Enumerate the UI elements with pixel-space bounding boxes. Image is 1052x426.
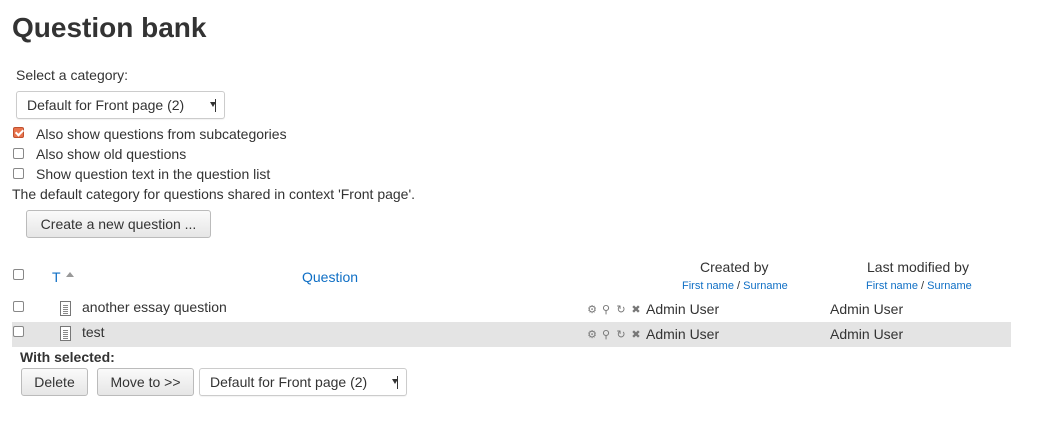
- with-selected-label: With selected:: [20, 349, 115, 365]
- question-text-label: Show question text in the question list: [36, 166, 271, 182]
- category-select-value: Default for Front page (2): [27, 97, 185, 113]
- subcategories-label: Also show questions from subcategories: [36, 126, 287, 142]
- row-checkbox[interactable]: [13, 326, 24, 337]
- delete-button[interactable]: Delete: [21, 368, 88, 396]
- question-text-checkbox[interactable]: [13, 168, 24, 179]
- created-by-value: Admin User: [646, 326, 720, 342]
- modified-by-sort-links: First name / Surname: [866, 280, 972, 292]
- created-by-header: Created by: [700, 259, 769, 275]
- sort-question-link[interactable]: Question: [302, 269, 358, 285]
- modified-by-header: Last modified by: [867, 259, 969, 275]
- created-by-sort-surname[interactable]: Surname: [743, 280, 788, 292]
- created-by-sort-separator: /: [733, 280, 744, 292]
- category-label: Select a category:: [16, 67, 129, 83]
- modified-by-value: Admin User: [830, 326, 904, 342]
- create-question-button[interactable]: Create a new question ...: [26, 210, 211, 238]
- old-questions-checkbox[interactable]: [13, 148, 24, 159]
- sort-type-link[interactable]: T: [52, 269, 61, 285]
- modified-by-value: Admin User: [830, 301, 904, 317]
- preview-icon[interactable]: ⚲: [601, 330, 611, 341]
- chevron-down-icon: [392, 375, 398, 389]
- modified-by-sort-separator: /: [917, 280, 928, 292]
- subcategories-checkbox[interactable]: [13, 127, 24, 138]
- created-by-sort-links: First name / Surname: [682, 280, 788, 292]
- move-to-button[interactable]: Move to >>: [97, 368, 194, 396]
- sort-ascending-icon: [66, 272, 74, 277]
- question-name: another essay question: [82, 299, 227, 315]
- question-name: test: [82, 324, 105, 340]
- row-checkbox[interactable]: [13, 301, 24, 312]
- gear-icon[interactable]: ⚙: [587, 330, 597, 341]
- move-target-select[interactable]: Default for Front page (2): [199, 368, 407, 396]
- document-icon: [60, 301, 71, 316]
- delete-icon[interactable]: ✖: [631, 330, 641, 341]
- category-info-text: The default category for questions share…: [12, 186, 416, 202]
- select-all-checkbox[interactable]: [13, 269, 24, 280]
- move-icon[interactable]: ↻: [616, 330, 626, 341]
- preview-icon[interactable]: ⚲: [601, 305, 611, 316]
- delete-icon[interactable]: ✖: [631, 305, 641, 316]
- modified-by-sort-surname[interactable]: Surname: [927, 280, 972, 292]
- created-by-value: Admin User: [646, 301, 720, 317]
- page-title: Question bank: [12, 12, 207, 43]
- category-select[interactable]: Default for Front page (2): [16, 91, 225, 119]
- move-icon[interactable]: ↻: [616, 305, 626, 316]
- gear-icon[interactable]: ⚙: [587, 305, 597, 316]
- old-questions-label: Also show old questions: [36, 146, 187, 162]
- modified-by-sort-firstname[interactable]: First name: [866, 280, 918, 292]
- chevron-down-icon: [210, 98, 216, 112]
- move-target-value: Default for Front page (2): [210, 374, 368, 390]
- created-by-sort-firstname[interactable]: First name: [682, 280, 734, 292]
- document-icon: [60, 326, 71, 341]
